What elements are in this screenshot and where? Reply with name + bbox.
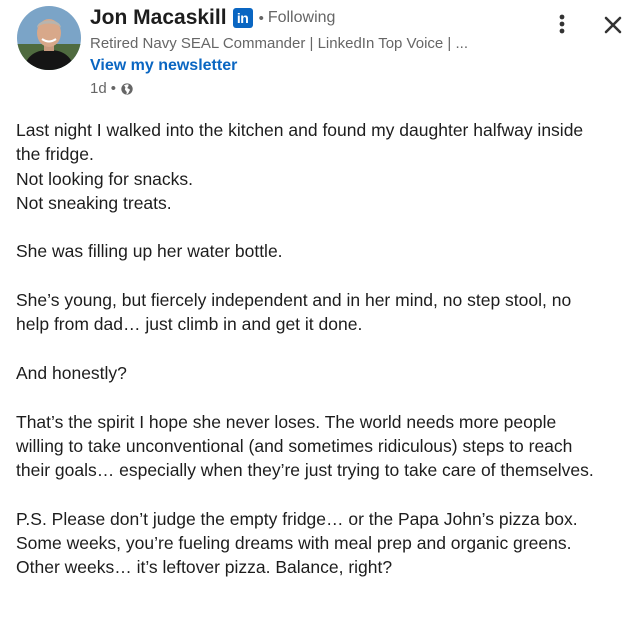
more-options-button[interactable] [548,10,576,38]
close-icon [604,16,622,34]
post-line: their goals… especially when they’re jus… [16,460,594,481]
post-line: Not looking for snacks. [16,168,194,189]
author-name-row: Jon Macaskill in • Following [90,6,335,30]
post-meta: 1d • [90,80,134,97]
post-line: And honestly? [16,362,127,383]
separator-dot: • [110,80,116,97]
post-text: Last night I walked into the kitchen and… [16,118,626,580]
post-line: P.S. Please don’t judge the empty fridge… [16,508,578,529]
post-line: She was filling up her water bottle. [16,241,283,262]
author-headline: Retired Navy SEAL Commander | LinkedIn T… [90,35,468,52]
follow-status: Following [267,9,336,26]
separator-dot: • [258,9,264,27]
post-line: the fridge. [16,144,94,165]
globe-icon [120,82,134,96]
post-line: Some weeks, you’re fueling dreams with m… [16,533,572,554]
post-line: Other weeks… it’s leftover pizza. Balanc… [16,557,393,578]
post-line: Last night I walked into the kitchen and… [16,120,584,140]
post-line: She’s young, but fiercely independent an… [16,290,572,311]
post-line: That’s the spirit I hope she never loses… [16,411,557,432]
avatar[interactable] [17,6,81,70]
post-header: Jon Macaskill in • Following Retired Nav… [0,0,640,110]
post-line: Not sneaking treats. [16,192,172,213]
author-name[interactable]: Jon Macaskill [90,6,227,30]
more-vertical-icon [559,14,565,34]
post-line: help from dad… just climb in and get it … [16,314,363,335]
view-newsletter-link[interactable]: View my newsletter [90,57,237,75]
post-time: 1d [90,80,107,97]
post-line: willing to take unconventional (and some… [16,435,573,456]
close-button[interactable] [598,10,628,40]
linkedin-badge-icon: in [232,8,253,28]
